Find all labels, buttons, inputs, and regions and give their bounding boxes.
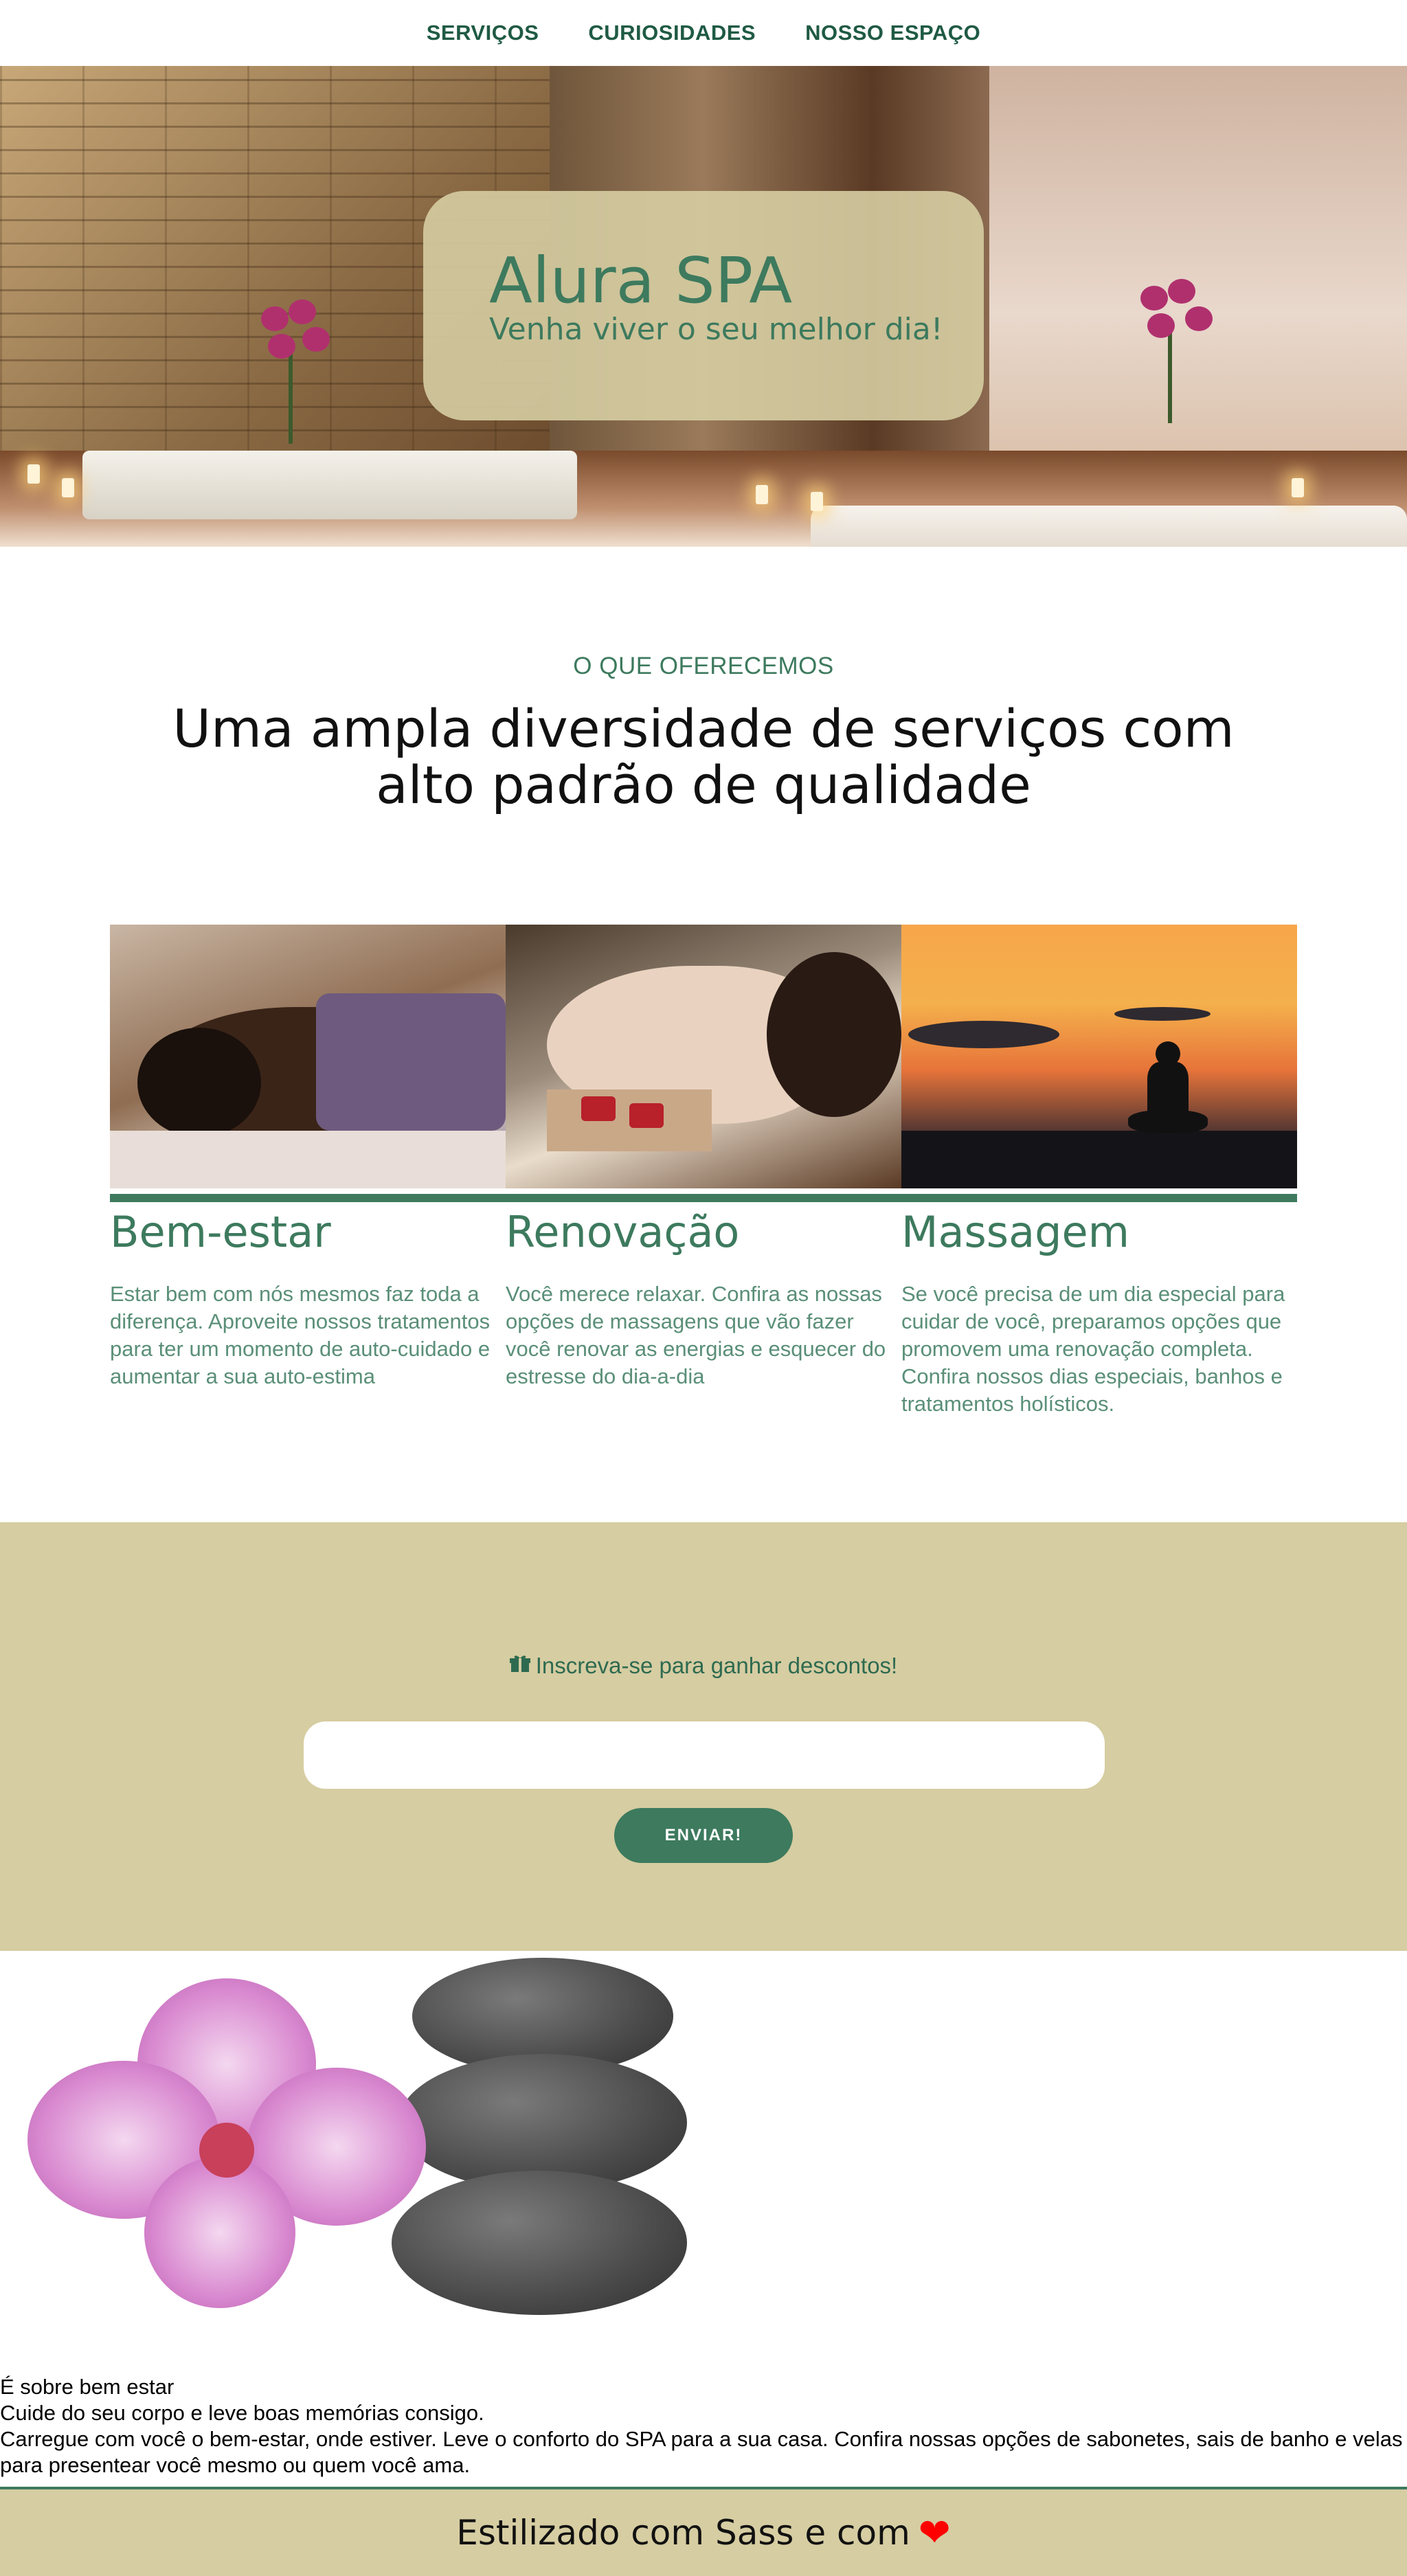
hero-candle [62,478,74,497]
newsletter-label: Inscreva-se para ganhar descontos! [0,1653,1407,1679]
newsletter-submit-button[interactable]: ENVIAR! [614,1808,793,1863]
about-section: É sobre bem estar Cuide do seu corpo e l… [0,2374,1407,2478]
nav-link-curiosidades[interactable]: CURIOSIDADES [588,21,756,45]
service-image-massagem [901,925,1297,1188]
nav-link-nosso-espaco[interactable]: NOSSO ESPAÇO [805,21,980,45]
hero-orchid-right [1127,279,1216,423]
service-title: Massagem [901,1207,1129,1257]
services-kicker: O QUE OFERECEMOS [573,653,834,679]
service-title: Renovação [506,1207,740,1257]
service-image-renovacao [506,925,901,1188]
hero-candle [756,485,768,504]
services-divider [110,1194,1297,1202]
hero-subtitle: Venha viver o seu melhor dia! [489,312,943,347]
hero-title-card: Alura SPA Venha viver o seu melhor dia! [423,191,984,420]
service-description: Se você precisa de um dia especial para … [901,1282,1285,1416]
service-description: Estar bem com nós mesmos faz toda a dife… [110,1282,491,1388]
top-navigation: SERVIÇOS CURIOSIDADES NOSSO ESPAÇO [0,0,1407,66]
about-heading: É sobre bem estar [0,2375,175,2399]
orchid-stones-image [0,1951,701,2336]
hero-bathtub [82,451,577,519]
newsletter-section: Inscreva-se para ganhar descontos! ENVIA… [0,1522,1407,1951]
newsletter-label-text: Inscreva-se para ganhar descontos! [535,1653,898,1678]
about-paragraph: Carregue com você o bem-estar, onde esti… [0,2427,1403,2477]
heart-icon: ❤ [918,2510,951,2555]
service-card-massagem: Massagem Se você precisa de um dia espec… [901,1202,1297,1418]
service-image-bem-estar [110,925,506,1188]
service-title: Bem-estar [110,1207,331,1257]
services-grid: Bem-estar Estar bem com nós mesmos faz t… [110,925,1297,1419]
hero-candle [27,464,40,484]
hero-candle [811,492,823,511]
gift-icon [509,1653,530,1679]
hero-right-wall [989,66,1407,478]
hero-orchid-left [247,300,337,444]
service-description: Você merece relaxar. Confira as nossas o… [506,1282,886,1388]
newsletter-email-input[interactable] [304,1721,1105,1789]
hero-banner: Alura SPA Venha viver o seu melhor dia! [0,66,1407,547]
service-card-bem-estar: Bem-estar Estar bem com nós mesmos faz t… [110,1202,506,1390]
footer-text: Estilizado com Sass e com [456,2513,910,2553]
services-headline: Uma ampla diversidade de serviços com al… [172,698,1235,815]
footer: Estilizado com Sass e com ❤ [0,2487,1407,2576]
service-card-renovacao: Renovação Você merece relaxar. Confira a… [506,1202,901,1390]
hero-towels [811,506,1407,547]
about-subheading: Cuide do seu corpo e leve boas memórias … [0,2401,484,2425]
hero-candle [1292,478,1304,497]
nav-link-servicos[interactable]: SERVIÇOS [427,21,539,45]
hero-title: Alura SPA [489,244,793,317]
